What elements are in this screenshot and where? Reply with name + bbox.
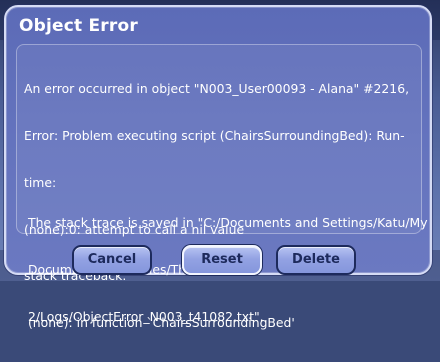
reset-button[interactable]: Reset [182, 245, 262, 275]
cancel-button[interactable]: Cancel [72, 245, 152, 275]
trace-line: The stack trace is saved in "C:/Document… [28, 215, 428, 231]
dialog-title: Object Error [19, 16, 138, 36]
trace-line: 2/Logs/ObjectError_N003_t41082.txt". [28, 308, 264, 324]
message-line: Error: Problem executing script (ChairsS… [24, 127, 405, 143]
object-error-dialog: Object Error An error occurred in object… [4, 5, 432, 330]
delete-button[interactable]: Delete [276, 245, 356, 275]
message-panel: An error occurred in object "N003_User00… [16, 44, 428, 330]
message-line: An error occurred in object "N003_User00… [24, 81, 410, 97]
